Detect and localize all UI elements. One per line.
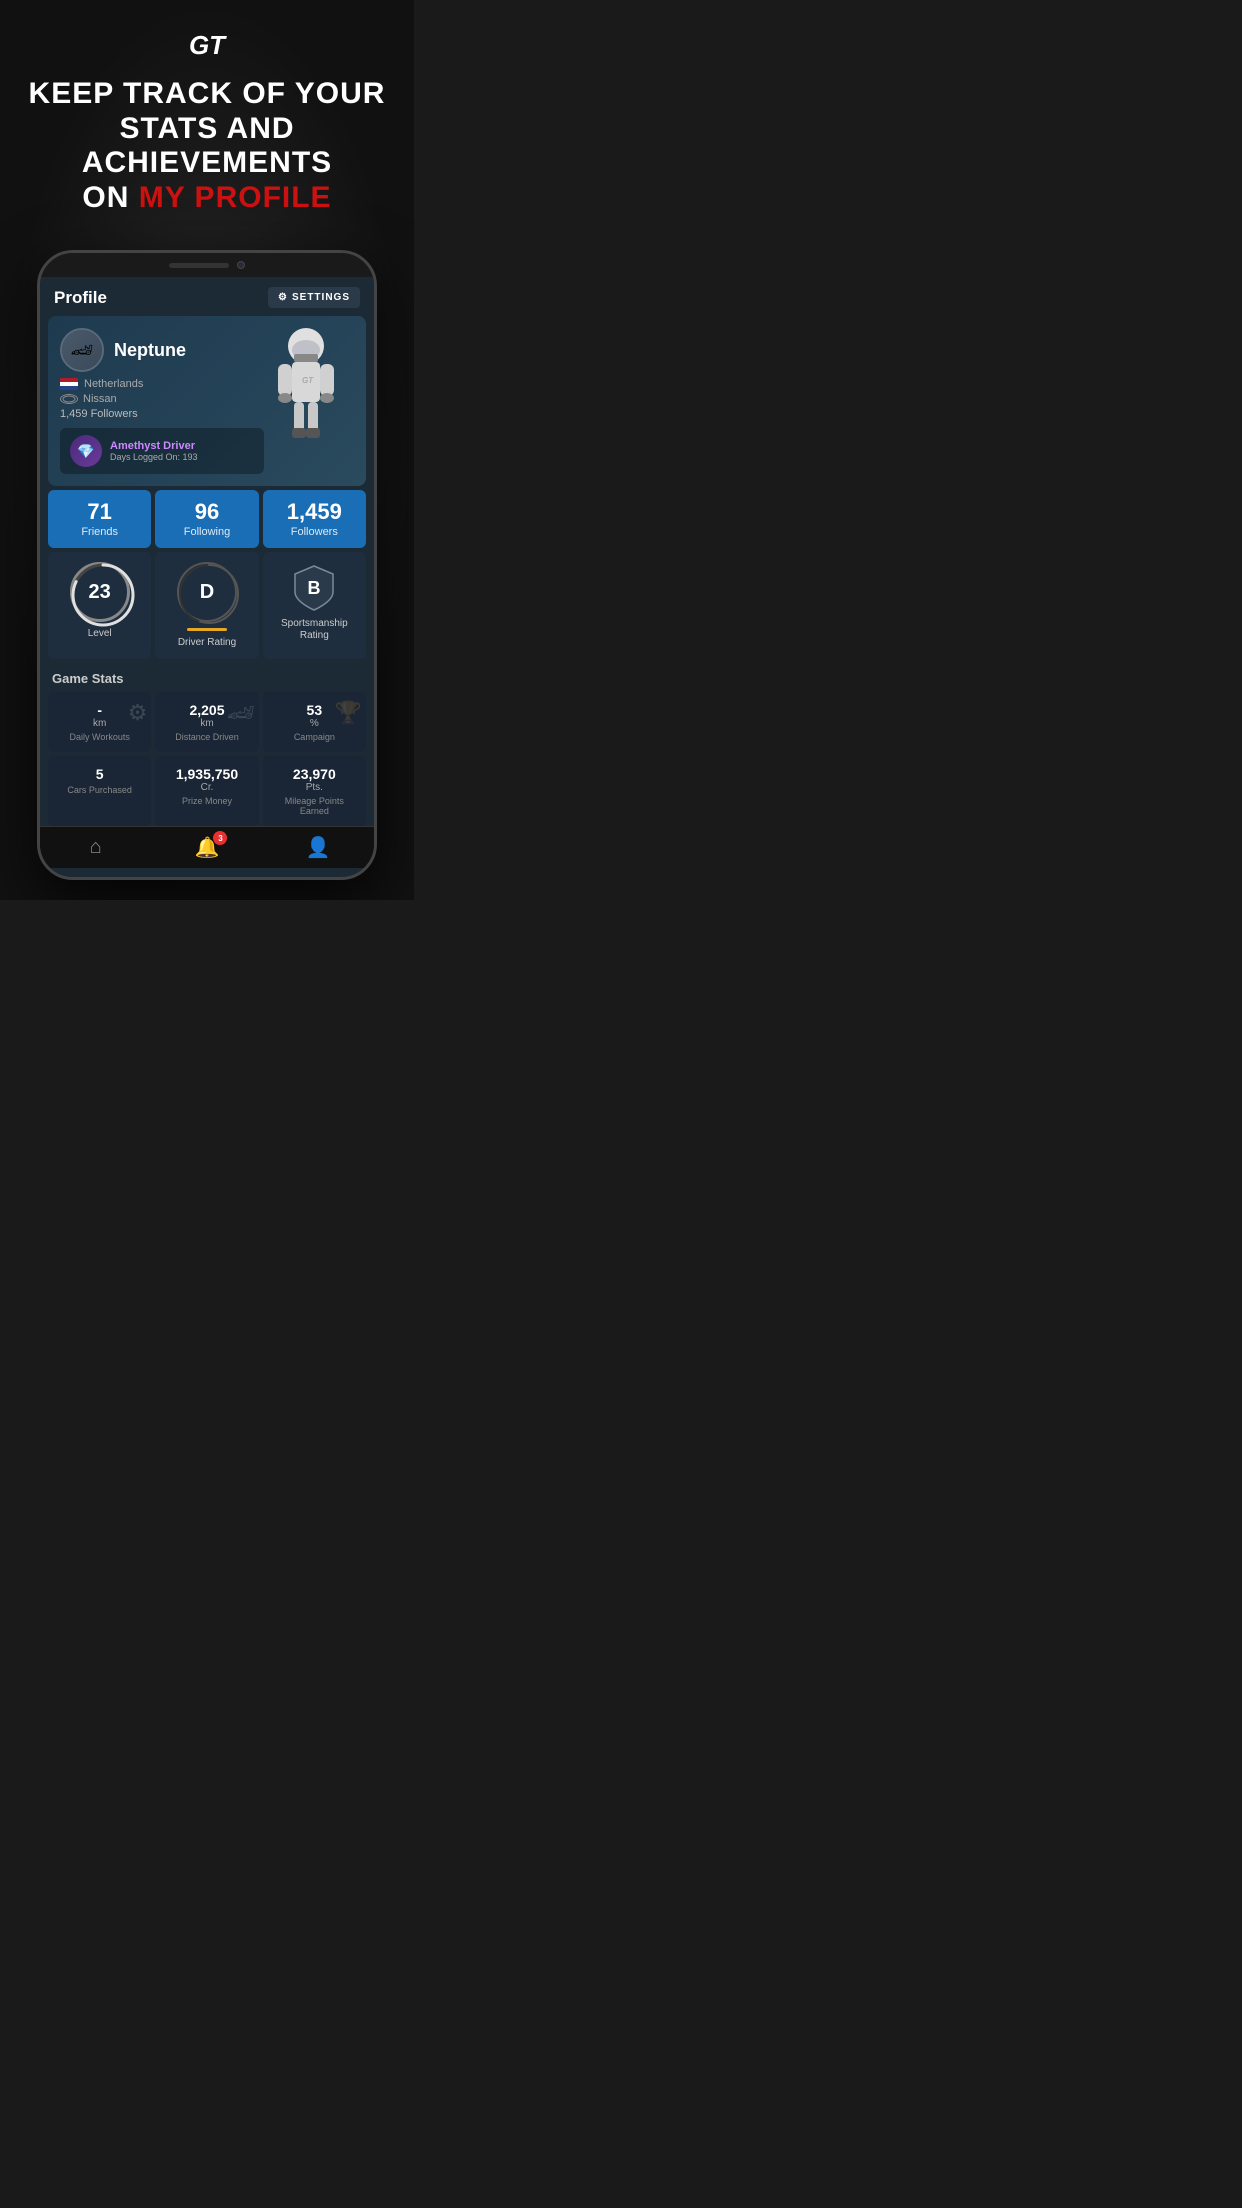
mileage-points-value: 23,970 [271,766,358,782]
game-stats-section: Game Stats ⚙ - km Daily Workouts [48,663,366,826]
nav-home[interactable]: ⌂ [40,836,151,859]
amethyst-icon: 💎 [70,435,102,467]
days-logged-label: Days Logged On: 193 [110,452,198,462]
svg-text:GT: GT [302,376,314,385]
followers-text: 1,459 Followers [60,408,264,420]
rating-row: 23 Level D [48,552,366,659]
driver-rating-bar [187,628,227,631]
prize-money-unit: Cr. [163,782,250,793]
level-circle: 23 [70,562,130,622]
daily-workouts-card[interactable]: ⚙ - km Daily Workouts [48,692,151,752]
campaign-label: Campaign [271,732,358,742]
car-brand-icon [60,394,78,404]
person-icon: 👤 [306,835,331,860]
notification-badge: 3 [213,831,227,845]
daily-workouts-unit: km [93,718,106,729]
followers-label: Followers [271,526,358,538]
campaign-value: 53 [307,702,323,718]
prize-money-label: Prize Money [163,796,250,806]
level-label: Level [88,628,112,640]
followers-stat[interactable]: 1,459 Followers [263,490,366,548]
campaign-card[interactable]: 🏆 53 % Campaign [263,692,366,752]
distance-driven-card[interactable]: 🏎 2,205 km Distance Driven [155,692,258,752]
country-flag [60,378,78,390]
cars-purchased-card[interactable]: 5 Cars Purchased [48,756,151,826]
campaign-unit: % [310,718,319,729]
friends-stat[interactable]: 71 Friends [48,490,151,548]
mileage-points-label: Mileage Points Earned [271,796,358,816]
level-card[interactable]: 23 Level [48,552,151,659]
friends-label: Friends [56,526,143,538]
driver-rating-card[interactable]: D Driver Rating [155,552,258,659]
svg-text:B: B [308,578,321,598]
following-value: 96 [163,500,250,524]
driver-rating-label: Driver Rating [178,637,236,649]
game-stats-title: Game Stats [48,663,366,692]
driver-rating-circle: D [177,562,237,622]
mileage-points-unit: Pts. [271,782,358,793]
username: Neptune [114,340,186,361]
distance-driven-label: Distance Driven [163,732,250,742]
home-icon: ⌂ [90,836,102,859]
sportsmanship-icon: B [289,562,339,612]
following-stat[interactable]: 96 Following [155,490,258,548]
following-label: Following [163,526,250,538]
gt-logo-icon: GT [177,30,237,60]
sportsmanship-label: Sportsmanship Rating [269,618,360,642]
settings-button[interactable]: ⚙ SETTINGS [268,287,360,308]
prize-money-value: 1,935,750 [163,766,250,782]
friends-value: 71 [56,500,143,524]
cars-purchased-label: Cars Purchased [56,785,143,795]
bottom-navigation: ⌂ 🔔 3 👤 [40,826,374,868]
mileage-points-card[interactable]: 23,970 Pts. Mileage Points Earned [263,756,366,826]
daily-workouts-label: Daily Workouts [56,732,143,742]
distance-driven-value: 2,205 [189,702,224,718]
country-label: Netherlands [84,378,143,390]
followers-value: 1,459 [271,500,358,524]
car-brand-label: Nissan [83,393,117,405]
driver-class-label: Amethyst Driver [110,440,198,452]
page-title: Profile [54,288,107,308]
promo-text: KEEP TRACK OF YOUR STATS AND ACHIEVEMENT… [20,77,394,215]
prize-money-card[interactable]: 1,935,750 Cr. Prize Money [155,756,258,826]
cars-purchased-value: 5 [56,766,143,782]
phone-mockup: Profile ⚙ SETTINGS 🏎 Neptune [37,250,377,880]
daily-workouts-value: - [97,702,102,718]
nav-profile[interactable]: 👤 [263,835,374,860]
gear-icon: ⚙ [278,292,288,303]
nav-notifications[interactable]: 🔔 3 [151,835,262,860]
distance-driven-unit: km [200,718,213,729]
driver-badge: 💎 Amethyst Driver Days Logged On: 193 [60,428,264,474]
driver-image: GT [264,328,354,448]
user-banner: 🏎 Neptune Netherlands [48,316,366,486]
svg-text:GT: GT [189,30,227,60]
sportsmanship-card[interactable]: B Sportsmanship Rating [263,552,366,659]
avatar: 🏎 [60,328,104,372]
quick-stats-row: 71 Friends 96 Following 1,459 Followers [48,490,366,548]
